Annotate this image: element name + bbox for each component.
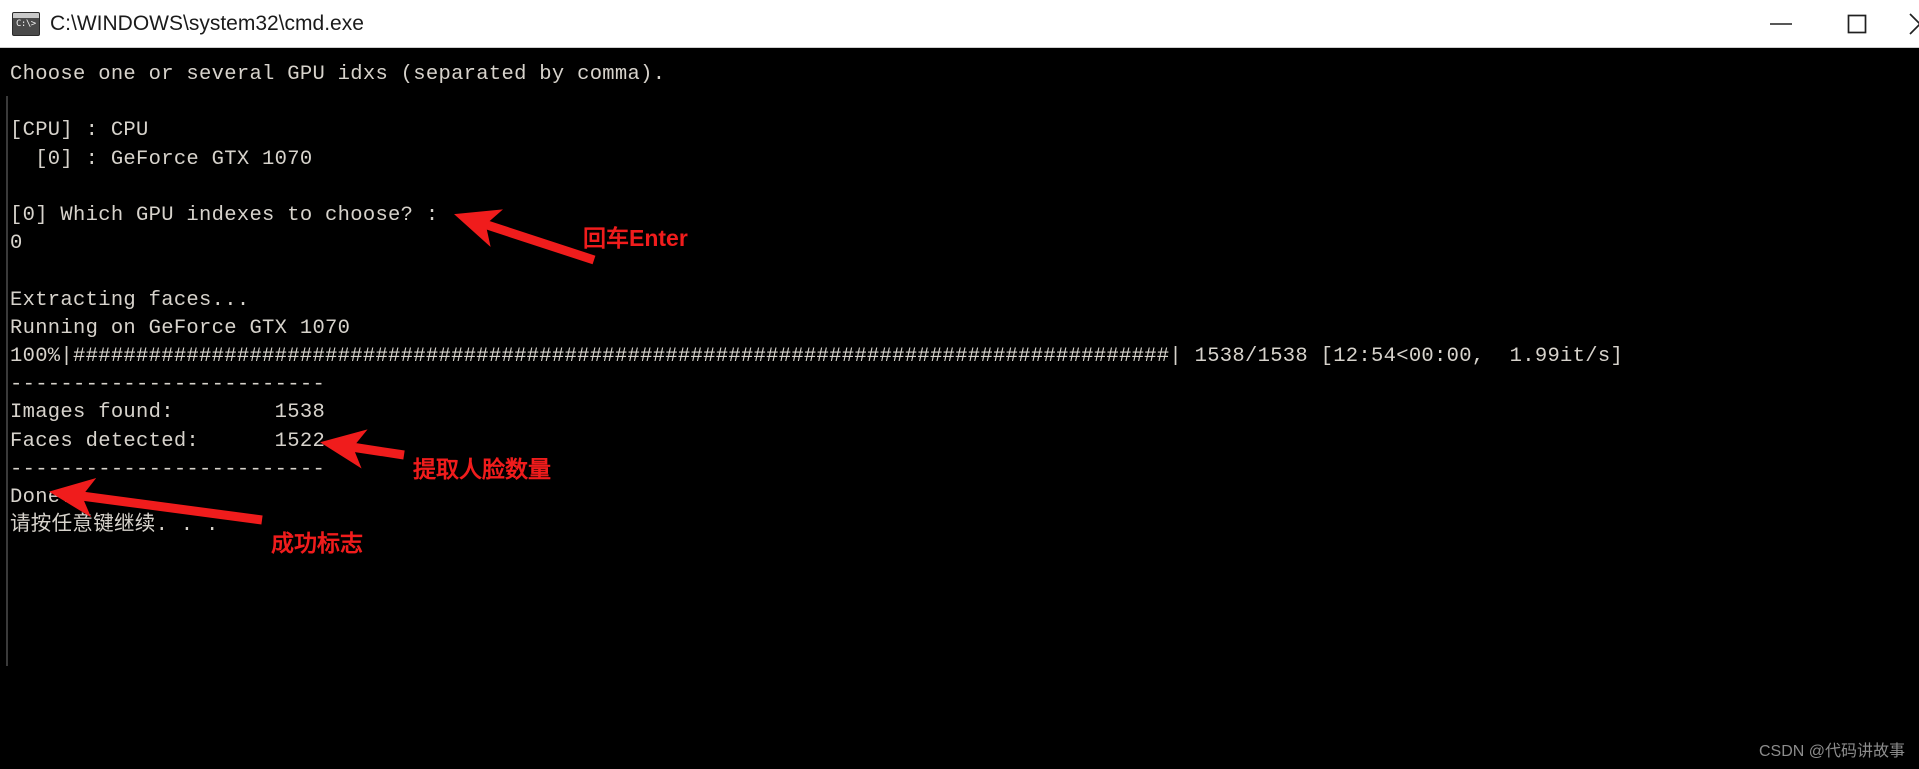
cmd-icon-prompt-glyph: C:\> [16, 18, 36, 29]
close-button[interactable] [1895, 0, 1919, 48]
terminal-left-edge-marker [6, 96, 8, 666]
console-output: Choose one or several GPU idxs (separate… [10, 63, 1624, 538]
window-controls [1743, 0, 1919, 48]
maximize-button[interactable] [1819, 0, 1895, 48]
cmd-icon: C:\> [12, 11, 40, 36]
minimize-button[interactable] [1743, 0, 1819, 48]
cmd-icon-titlestrip [13, 12, 39, 18]
window-title: C:\WINDOWS\system32\cmd.exe [50, 11, 364, 35]
window-titlebar[interactable]: C:\> C:\WINDOWS\system32\cmd.exe [0, 0, 1919, 48]
terminal-console[interactable]: Choose one or several GPU idxs (separate… [0, 48, 1919, 769]
